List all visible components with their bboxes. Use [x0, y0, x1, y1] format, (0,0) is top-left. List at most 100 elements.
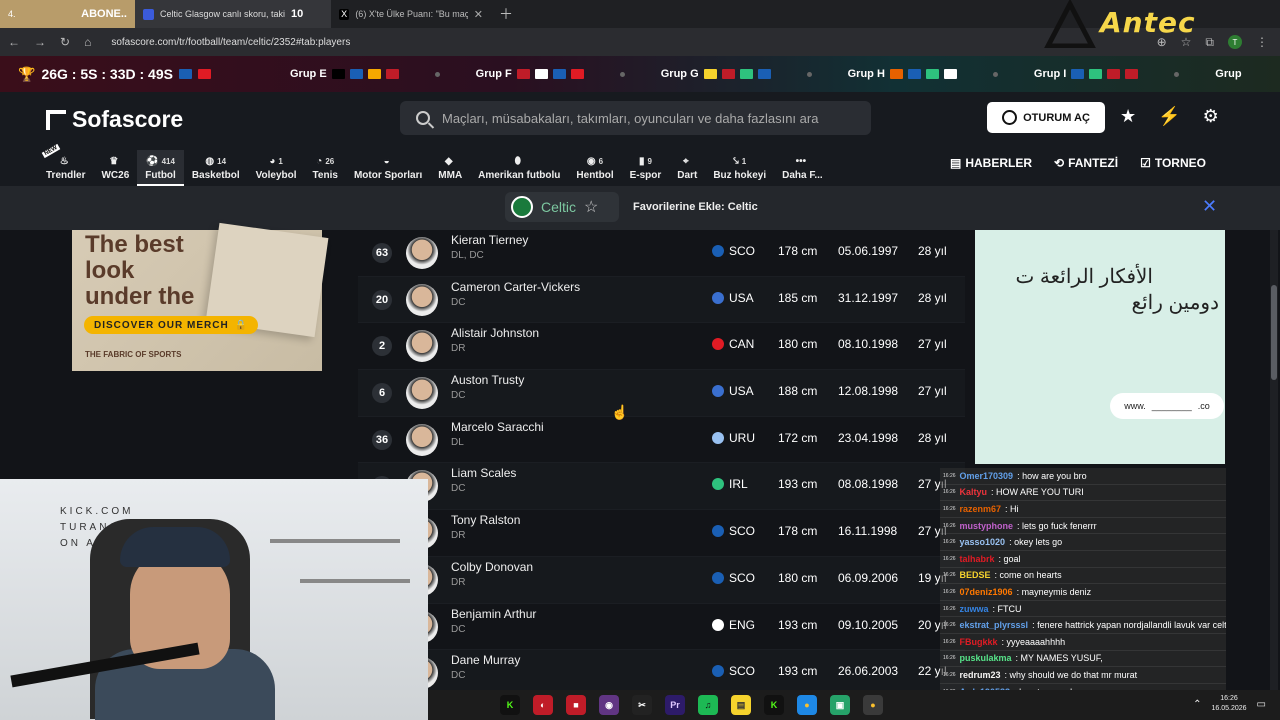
nav-item-hentbol[interactable]: ◉ 6 Hentbol [568, 150, 621, 186]
nav-item-dart[interactable]: ⌖ Dart [669, 150, 705, 186]
taskbar-app-icon[interactable]: ◐ [533, 695, 553, 715]
country-code: SCO [729, 244, 756, 258]
nav-item-trendler[interactable]: ♨ Trendler NEW [38, 143, 93, 186]
taskbar-app-icon[interactable]: ✂ [632, 695, 652, 715]
browser-tab-sofascore[interactable]: Celtic Glasgow canlı skoru, taki 10 [135, 0, 331, 28]
taskbar-app-icon[interactable]: ♫ [698, 695, 718, 715]
team-chip[interactable]: Celtic ☆ [505, 192, 619, 222]
nav-item-e-spor[interactable]: ▮ 9 E-spor [622, 150, 670, 186]
taskbar-app-icon[interactable]: ● [863, 695, 883, 715]
player-row[interactable]: Benjamin Arthur DC 193 cm 09.10.2005 20 yıl E… [358, 604, 965, 651]
player-country: IRL [712, 477, 748, 491]
player-row[interactable]: Colby Donovan DR 180 cm 06.09.2006 19 yıl SCO [358, 556, 965, 604]
news-icon: ▤ [950, 156, 962, 170]
forward-icon[interactable]: → [34, 35, 46, 49]
nav-label: WC26 [101, 169, 130, 181]
taskbar-app-icon[interactable]: ◉ [599, 695, 619, 715]
player-row[interactable]: 5Liam ScalesDC193 cm08.08.199827 yılIRL [358, 463, 965, 511]
chat-username[interactable]: redrum23 [960, 670, 1001, 680]
browser-tab-1[interactable]: 4. ABONE.. [0, 0, 135, 28]
tray-chevron-icon[interactable]: ⌃ [1193, 699, 1201, 710]
taskbar-app-icon[interactable]: ▣ [830, 695, 850, 715]
fantasy-link[interactable]: ⟲ FANTEZİ [1054, 156, 1118, 170]
browser-tab-x[interactable]: X (6) X'te Ülke Puanı: "Bu maçı C... ✕ [331, 0, 491, 28]
login-button[interactable]: OTURUM AÇ [987, 102, 1105, 133]
chat-username[interactable]: puskulakma [960, 653, 1012, 663]
nav-item-futbol[interactable]: ⚽ 414 Futbol [137, 150, 184, 186]
chat-username[interactable]: Omer170309 [960, 471, 1014, 481]
taskbar-app-icon[interactable]: K [764, 695, 784, 715]
flag-icon [721, 69, 735, 79]
close-icon[interactable]: ✕ [1202, 196, 1217, 217]
group-item[interactable]: Grup H [848, 68, 957, 80]
notification-icon[interactable]: ▭ [1257, 699, 1266, 710]
chat-username[interactable]: yasso1020 [960, 537, 1006, 547]
player-age: 28 yıl [918, 290, 947, 305]
player-position: DR [451, 343, 466, 355]
group-item[interactable]: Grup [1215, 68, 1241, 80]
player-row[interactable]: 63 Kieran Tierney DL, DC 178 cm 05.06.1997 28… [358, 230, 965, 277]
nav-item-daha-f-[interactable]: ••• Daha F... [774, 150, 831, 186]
chat-username[interactable]: mustyphone [960, 521, 1014, 531]
lightning-icon[interactable]: ⚡ [1158, 106, 1180, 127]
favorite-star-icon[interactable]: ☆ [584, 197, 598, 217]
url-field[interactable]: sofascore.com/tr/football/team/celtic/23… [111, 37, 350, 48]
home-icon[interactable]: ⌂ [84, 35, 91, 49]
chat-username[interactable]: ekstrat_plyrsssl [960, 620, 1029, 630]
taskbar-app-icon[interactable]: Pr [665, 695, 685, 715]
merch-ad[interactable]: The best look under the sun. DISCOVER OU… [72, 222, 329, 371]
favorite-strip: Celtic ☆ Favorilerine Ekle: Celtic ✕ [0, 186, 1280, 230]
new-tab-icon[interactable]: ＋ [491, 4, 521, 24]
group-item[interactable]: Grup I [1034, 68, 1139, 80]
discover-merch-button[interactable]: DISCOVER OUR MERCH 🔒 [84, 316, 259, 334]
hockey-icon: ⤥ [733, 155, 739, 167]
reload-icon[interactable]: ↻ [60, 35, 70, 49]
nav-item-basketbol[interactable]: ◍ 14 Basketbol [184, 150, 248, 186]
player-row[interactable]: 20 Cameron Carter-Vickers DC 185 cm 31.12.19… [358, 276, 965, 324]
torneo-link[interactable]: ☑ TORNEO [1140, 156, 1206, 170]
chat-time: 16:26 [943, 505, 956, 512]
chat-username[interactable]: talhabrk [960, 554, 995, 564]
back-icon[interactable]: ← [8, 35, 20, 49]
menu-dots-icon[interactable]: ⋮ [1256, 35, 1268, 49]
nav-item-motor-sporlar-[interactable]: ◒ Motor Sporları [346, 150, 430, 186]
nav-item-tenis[interactable]: ◔ 26 Tenis [305, 150, 346, 186]
chat-message: 16:26 BEDSE: come on hearts [940, 568, 1226, 585]
clock[interactable]: 16:26 16.05.2026 [1212, 694, 1247, 714]
taskbar-app-icon[interactable]: K [500, 695, 520, 715]
close-tab-icon[interactable]: ✕ [474, 8, 483, 21]
news-link[interactable]: ▤ HABERLER [950, 156, 1032, 170]
chat-username[interactable]: Kaltyu [960, 487, 988, 497]
player-row[interactable]: 2 Alistair Johnston DR 180 cm 08.10.1998 27 y… [358, 323, 965, 371]
taskbar-app-icon[interactable]: ● [797, 695, 817, 715]
player-row[interactable]: Tony Ralston DR 178 cm 16.11.1998 27 yıl SCO [358, 510, 965, 557]
chat-text: : lets go fuck fenerrr [1017, 520, 1097, 531]
chat-username[interactable]: razenm67 [960, 504, 1002, 514]
sofascore-logo[interactable]: Sofascore [46, 106, 183, 133]
taskbar-app-icon[interactable]: ▤ [731, 695, 751, 715]
nav-item-mma[interactable]: ◆ MMA [430, 150, 470, 186]
player-row[interactable]: 36 Marcelo Saracchi DL 172 cm 23.04.1998 28 y… [358, 417, 965, 464]
nav-item-amerikan-futbolu[interactable]: ⬮ Amerikan futbolu [470, 150, 568, 186]
search-placeholder: Maçları, müsabakaları, takımları, oyuncu… [442, 110, 819, 126]
favorites-star-icon[interactable]: ★ [1120, 106, 1136, 127]
chat-username[interactable]: BEDSE [960, 570, 991, 580]
nav-item-voleybol[interactable]: ◕ 1 Voleybol [248, 150, 305, 186]
nav-item-buz-hokeyi[interactable]: ⤥ 1 Buz hokeyi [705, 150, 774, 186]
settings-gear-icon[interactable]: ⚙ [1203, 106, 1219, 127]
chat-username[interactable]: 07deniz1906 [960, 587, 1013, 597]
domain-ad[interactable]: الأفكار الرائعة ت دومين رائع www. _______… [975, 230, 1225, 464]
group-item[interactable]: Grup F [476, 68, 584, 80]
search-input[interactable]: Maçları, müsabakaları, takımları, oyuncu… [400, 101, 871, 135]
scrollbar-thumb[interactable] [1271, 285, 1277, 380]
group-item[interactable]: Grup E [290, 68, 399, 80]
nav-item-wc26[interactable]: ♛ WC26 [93, 150, 137, 186]
chat-username[interactable]: zuwwa [960, 604, 989, 614]
player-row[interactable]: 6 Auston Trusty DC 188 cm 12.08.1998 27 yıl US… [358, 370, 965, 417]
player-birthdate: 05.06.1997 [838, 244, 899, 258]
group-item[interactable]: Grup G [661, 68, 771, 80]
chat-message: 16:26 FBugkkk: yyyeaaaahhhh [940, 634, 1226, 651]
taskbar-app-icon[interactable]: ■ [566, 695, 586, 715]
player-number: 36 [372, 429, 392, 450]
chat-username[interactable]: FBugkkk [960, 637, 998, 647]
